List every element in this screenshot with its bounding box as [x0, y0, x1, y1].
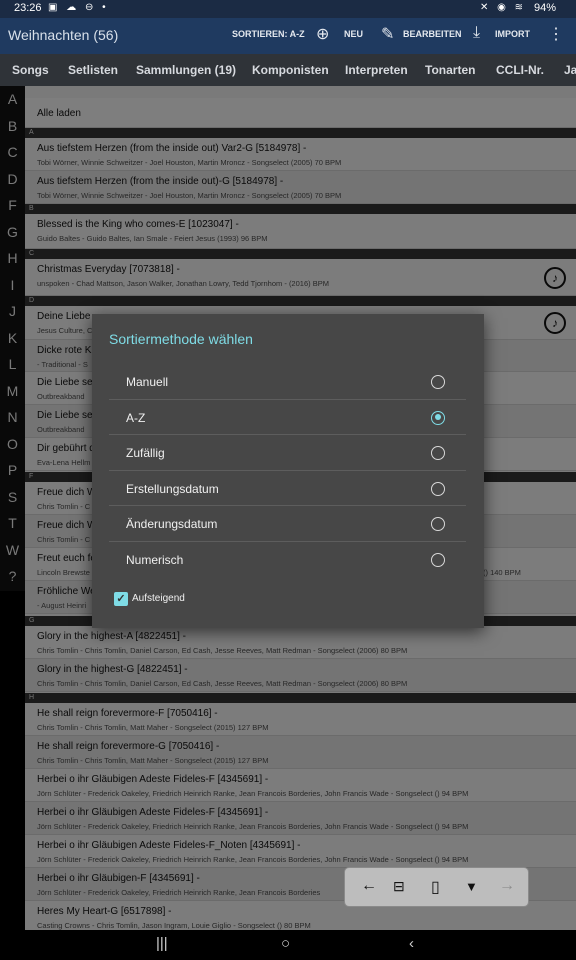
- radio-button[interactable]: [431, 552, 445, 567]
- tab-songs[interactable]: Songs: [12, 63, 49, 77]
- tab-bar: Songs Setlisten Sammlungen (19) Komponis…: [0, 54, 576, 140]
- forward-arrow-icon[interactable]: →: [499, 877, 515, 895]
- app-bar: Weihnachten (56) SORTIEREN: A-Z ⊕ NEU ✎ …: [0, 18, 576, 54]
- edit-icon[interactable]: ✎: [381, 24, 394, 44]
- option-label: Erstellungsdatum: [126, 481, 219, 496]
- nav-back-icon[interactable]: ‹: [409, 935, 414, 952]
- option-label: Zufällig: [126, 446, 165, 460]
- ascending-checkbox[interactable]: ✓: [114, 592, 128, 606]
- radio-button[interactable]: [431, 375, 445, 389]
- phone-vibrate-icon[interactable]: ▯: [431, 877, 440, 897]
- radio-button[interactable]: [431, 481, 445, 496]
- tab-composers[interactable]: Komponisten: [252, 63, 329, 77]
- tab-ccli[interactable]: CCLI-Nr.: [496, 63, 544, 77]
- tab-ja[interactable]: Ja: [564, 63, 576, 77]
- floating-toolbar: ← ⊟ ▯ ▼ →: [344, 867, 529, 907]
- sort-option-az[interactable]: A-Z: [109, 400, 466, 435]
- battery-level: 94%: [533, 2, 556, 14]
- import-icon[interactable]: ⤓: [473, 24, 480, 42]
- sort-option-random[interactable]: Zufällig: [109, 435, 466, 471]
- tab-artists[interactable]: Interpreten: [345, 63, 408, 77]
- option-label: Manuell: [126, 375, 169, 389]
- sort-method-dialog: Sortiermethode wählen Manuell A-Z Zufäll…: [92, 314, 484, 628]
- back-arrow-icon[interactable]: ←: [361, 877, 377, 895]
- sort-option-numeric[interactable]: Numerisch: [109, 542, 466, 578]
- dialog-title: Sortiermethode wählen: [109, 331, 253, 347]
- edit-button[interactable]: BEARBEITEN: [403, 29, 462, 39]
- screen: 23:26 ▣ ☁ ⊖ • ✕ ◉ ≋ 94% Weihnachten (56)…: [0, 0, 576, 960]
- system-icons: ✕ ◉ ≋: [479, 2, 526, 13]
- more-menu-icon[interactable]: ⋮: [548, 24, 564, 44]
- filter-icon[interactable]: ▼: [465, 879, 478, 894]
- sort-option-created[interactable]: Erstellungsdatum: [109, 471, 466, 506]
- add-icon[interactable]: ⊕: [316, 24, 329, 44]
- option-label: Änderungsdatum: [126, 517, 218, 531]
- status-bar: 23:26 ▣ ☁ ⊖ • ✕ ◉ ≋ 94%: [0, 0, 576, 18]
- notification-icons: ▣ ☁ ⊖ •: [48, 2, 109, 13]
- system-nav-bar: ||| ○ ‹: [0, 930, 576, 960]
- home-icon[interactable]: ○: [281, 935, 290, 952]
- tab-setlists[interactable]: Setlisten: [68, 63, 118, 77]
- tab-collections[interactable]: Sammlungen (19): [136, 63, 236, 77]
- sort-button[interactable]: SORTIEREN: A-Z: [232, 29, 305, 39]
- recent-apps-icon[interactable]: |||: [156, 935, 168, 952]
- tablet-lock-icon[interactable]: ⊟: [393, 878, 405, 895]
- sort-option-modified[interactable]: Änderungsdatum: [109, 506, 466, 542]
- tab-keys[interactable]: Tonarten: [425, 63, 475, 77]
- ascending-label: Aufsteigend: [132, 593, 185, 604]
- radio-button[interactable]: [431, 517, 445, 531]
- status-time: 23:26: [14, 2, 42, 14]
- radio-button[interactable]: [431, 446, 445, 460]
- option-label: Numerisch: [126, 552, 184, 567]
- page-title: Weihnachten (56): [8, 27, 119, 43]
- sort-option-manual[interactable]: Manuell: [109, 364, 466, 400]
- option-label: A-Z: [126, 410, 146, 425]
- import-button[interactable]: IMPORT: [495, 29, 530, 39]
- radio-button-selected[interactable]: [431, 410, 445, 425]
- new-button[interactable]: NEU: [344, 29, 363, 39]
